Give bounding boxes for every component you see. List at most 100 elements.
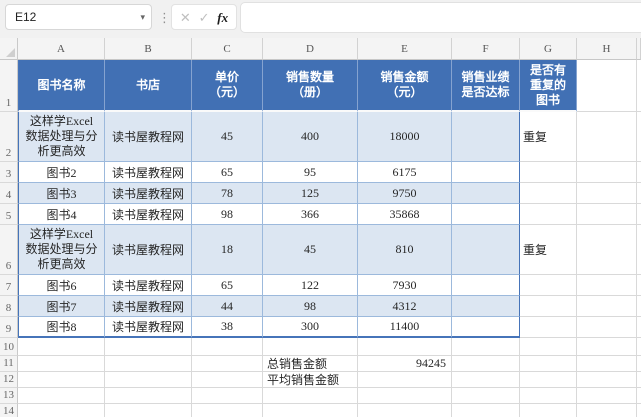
row-header-12[interactable]: 12 [0, 372, 18, 388]
cell-c7[interactable]: 65 [192, 275, 263, 296]
cell-f6[interactable] [452, 225, 520, 275]
cell-f12[interactable] [452, 372, 520, 388]
cell-d2[interactable]: 400 [263, 112, 358, 162]
cell-a4[interactable]: 图书3 [18, 183, 105, 204]
cell-g3[interactable] [520, 162, 577, 183]
row-header-3[interactable]: 3 [0, 162, 18, 183]
cell-e10[interactable] [358, 338, 452, 356]
cell-h6[interactable] [577, 225, 637, 275]
cell-b5[interactable]: 读书屋教程网 [105, 204, 192, 225]
cell-e4[interactable]: 9750 [358, 183, 452, 204]
cell-e5[interactable]: 35868 [358, 204, 452, 225]
cancel-icon[interactable]: ✕ [180, 11, 191, 24]
row-header-10[interactable]: 10 [0, 338, 18, 356]
more-options-icon[interactable]: ⋮ [158, 9, 168, 26]
cell-d1[interactable]: 销售数量 （册） [263, 60, 358, 112]
cell-d10[interactable] [263, 338, 358, 356]
row-header-14[interactable]: 14 [0, 404, 18, 417]
cell-g11[interactable] [520, 356, 577, 372]
cell-b9[interactable]: 读书屋教程网 [105, 317, 192, 338]
cell-e13[interactable] [358, 388, 452, 404]
cell-f13[interactable] [452, 388, 520, 404]
cell-b2[interactable]: 读书屋教程网 [105, 112, 192, 162]
cell-e8[interactable]: 4312 [358, 296, 452, 317]
cell-f11[interactable] [452, 356, 520, 372]
cell-d11-total-label[interactable]: 总销售金额 [263, 356, 358, 372]
cell-e2[interactable]: 18000 [358, 112, 452, 162]
cell-b3[interactable]: 读书屋教程网 [105, 162, 192, 183]
cell-e6[interactable]: 810 [358, 225, 452, 275]
column-header-f[interactable]: F [452, 38, 520, 60]
cell-b12[interactable] [105, 372, 192, 388]
cell-a6[interactable]: 这样学Excel 数据处理与分 析更高效 [18, 225, 105, 275]
cell-a9[interactable]: 图书8 [18, 317, 105, 338]
cell-h5[interactable] [577, 204, 637, 225]
row-header-6[interactable]: 6 [0, 225, 18, 275]
cell-b1[interactable]: 书店 [105, 60, 192, 112]
column-header-e[interactable]: E [358, 38, 452, 60]
cell-c5[interactable]: 98 [192, 204, 263, 225]
cell-h14[interactable] [577, 404, 637, 417]
cell-g2[interactable]: 重复 [520, 112, 577, 162]
chevron-down-icon[interactable]: ▾ [140, 13, 145, 22]
cell-d9[interactable]: 300 [263, 317, 358, 338]
cell-f3[interactable] [452, 162, 520, 183]
cell-c6[interactable]: 18 [192, 225, 263, 275]
cell-f4[interactable] [452, 183, 520, 204]
cell-e3[interactable]: 6175 [358, 162, 452, 183]
cell-d13[interactable] [263, 388, 358, 404]
cell-a2[interactable]: 这样学Excel 数据处理与分 析更高效 [18, 112, 105, 162]
cell-g7[interactable] [520, 275, 577, 296]
cell-b10[interactable] [105, 338, 192, 356]
cell-h10[interactable] [577, 338, 637, 356]
cell-d12-average-label[interactable]: 平均销售金额 [263, 372, 358, 388]
cell-f5[interactable] [452, 204, 520, 225]
cell-g13[interactable] [520, 388, 577, 404]
cell-e11-total-value[interactable]: 94245 [358, 356, 452, 372]
cell-c13[interactable] [192, 388, 263, 404]
cell-a1[interactable]: 图书名称 [18, 60, 105, 112]
row-header-13[interactable]: 13 [0, 388, 18, 404]
cell-a7[interactable]: 图书6 [18, 275, 105, 296]
cell-e12-active-cell[interactable] [358, 372, 452, 388]
column-header-a[interactable]: A [18, 38, 105, 60]
name-box[interactable]: E12 ▾ [5, 4, 152, 30]
cell-h2[interactable] [577, 112, 637, 162]
select-all-corner[interactable] [0, 38, 18, 60]
cell-c2[interactable]: 45 [192, 112, 263, 162]
row-header-2[interactable]: 2 [0, 112, 18, 162]
row-header-11[interactable]: 11 [0, 356, 18, 372]
cell-b4[interactable]: 读书屋教程网 [105, 183, 192, 204]
cell-f8[interactable] [452, 296, 520, 317]
cell-e1[interactable]: 销售金额 （元） [358, 60, 452, 112]
cell-c4[interactable]: 78 [192, 183, 263, 204]
cell-h7[interactable] [577, 275, 637, 296]
cell-a5[interactable]: 图书4 [18, 204, 105, 225]
cell-g1[interactable]: 是否有 重复的 图书 [520, 60, 577, 112]
row-header-9[interactable]: 9 [0, 317, 18, 338]
cell-d7[interactable]: 122 [263, 275, 358, 296]
cell-g5[interactable] [520, 204, 577, 225]
cell-h9[interactable] [577, 317, 637, 338]
cell-e7[interactable]: 7930 [358, 275, 452, 296]
cell-c14[interactable] [192, 404, 263, 417]
cell-f7[interactable] [452, 275, 520, 296]
cell-f14[interactable] [452, 404, 520, 417]
cell-c10[interactable] [192, 338, 263, 356]
cell-g6[interactable]: 重复 [520, 225, 577, 275]
cell-b7[interactable]: 读书屋教程网 [105, 275, 192, 296]
cell-g12[interactable] [520, 372, 577, 388]
cell-a12[interactable] [18, 372, 105, 388]
insert-function-icon[interactable]: fx [217, 11, 228, 24]
cell-a14[interactable] [18, 404, 105, 417]
cell-g14[interactable] [520, 404, 577, 417]
cell-b8[interactable]: 读书屋教程网 [105, 296, 192, 317]
cell-g8[interactable] [520, 296, 577, 317]
cell-h11[interactable] [577, 356, 637, 372]
row-header-4[interactable]: 4 [0, 183, 18, 204]
row-header-8[interactable]: 8 [0, 296, 18, 317]
cell-c3[interactable]: 65 [192, 162, 263, 183]
row-header-7[interactable]: 7 [0, 275, 18, 296]
cell-d5[interactable]: 366 [263, 204, 358, 225]
cell-a10[interactable] [18, 338, 105, 356]
